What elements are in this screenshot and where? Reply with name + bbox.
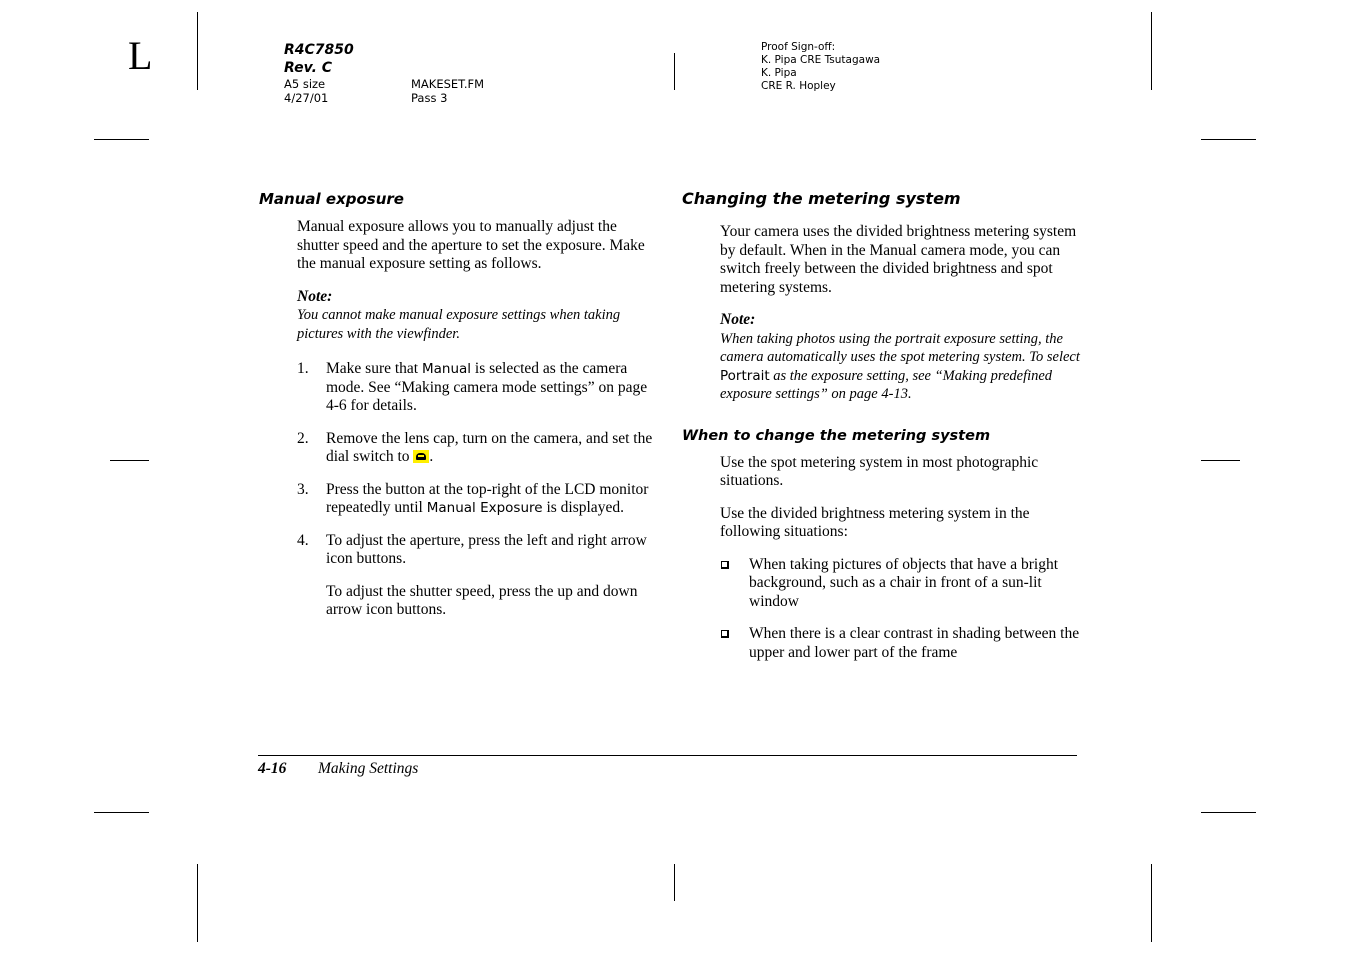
page-footer: 4-16 Making Settings bbox=[258, 759, 418, 779]
bullet-text: When there is a clear contrast in shadin… bbox=[749, 625, 1080, 661]
crop-mark bbox=[1151, 864, 1152, 942]
file-name: MAKESET.FM bbox=[411, 77, 485, 91]
section-heading: Manual exposure bbox=[259, 190, 404, 208]
doc-revision: Rev. C bbox=[284, 60, 333, 76]
crop-mark bbox=[674, 53, 675, 90]
paragraph: Use the spot metering system in most pho… bbox=[720, 453, 1039, 490]
section-name: Making Settings bbox=[318, 760, 419, 777]
camera-dial-icon bbox=[413, 450, 430, 463]
signoff-line: Proof Sign-off: bbox=[761, 41, 836, 53]
step-item: 2. Remove the lens cap, turn on the came… bbox=[297, 430, 659, 467]
step-text: Make sure that Manual is selected as the… bbox=[326, 360, 659, 416]
intro-paragraph: Your camera uses the divided brightness … bbox=[720, 223, 1077, 296]
right-column: Changing the metering system Your camera… bbox=[682, 188, 1082, 662]
step-text: To adjust the aperture, press the left a… bbox=[326, 532, 659, 620]
step-item: 1. Make sure that Manual is selected as … bbox=[297, 360, 659, 416]
doc-code: R4C7850 bbox=[284, 42, 354, 58]
note-block: Note: You cannot make manual exposure se… bbox=[297, 288, 659, 344]
signoff-line: CRE R. Hopley bbox=[761, 80, 836, 92]
crop-mark bbox=[94, 139, 149, 140]
step-text-part: To adjust the aperture, press the left a… bbox=[326, 531, 647, 568]
corner-mark-letter: L bbox=[128, 33, 153, 78]
crop-mark bbox=[1201, 139, 1256, 140]
crop-mark bbox=[110, 460, 149, 461]
crop-mark bbox=[197, 12, 198, 90]
bullet-item: When there is a clear contrast in shadin… bbox=[720, 625, 1082, 662]
paper-size: A5 size bbox=[284, 77, 326, 91]
step-item: 4. To adjust the aperture, press the lef… bbox=[297, 532, 659, 620]
signoff-line: K. Pipa bbox=[761, 67, 797, 79]
ui-term: Manual bbox=[421, 361, 472, 377]
step-number: 2. bbox=[297, 429, 309, 447]
proof-header-left: R4C7850 Rev. C A5 size MAKESET.FM 4/27/0… bbox=[284, 41, 484, 105]
bullet-item: When taking pictures of objects that hav… bbox=[720, 556, 1082, 612]
note-label: Note: bbox=[720, 311, 756, 328]
step-text-part: Make sure that bbox=[326, 360, 422, 377]
ui-term: Portrait bbox=[720, 367, 770, 384]
ui-term: Manual Exposure bbox=[426, 500, 543, 516]
footer-rule bbox=[258, 755, 1077, 756]
step-number: 3. bbox=[297, 480, 309, 498]
step-text: Press the button at the top-right of the… bbox=[326, 481, 659, 518]
crop-mark bbox=[1201, 460, 1240, 461]
subsection-heading: When to change the metering system bbox=[682, 427, 991, 444]
step-text-part: . bbox=[429, 448, 434, 465]
note-block: Note: When taking photos using the portr… bbox=[720, 311, 1082, 404]
step-text: Remove the lens cap, turn on the camera,… bbox=[326, 430, 659, 467]
step-item: 3. Press the button at the top-right of … bbox=[297, 481, 659, 518]
section-heading: Changing the metering system bbox=[682, 189, 961, 208]
proof-date: 4/27/01 bbox=[284, 91, 329, 105]
note-label: Note: bbox=[297, 287, 333, 305]
note-text-part: as the exposure setting, see “Making pre… bbox=[720, 367, 1053, 403]
note-text: You cannot make manual exposure settings… bbox=[297, 307, 621, 342]
step-text-part: Remove the lens cap, turn on the camera,… bbox=[326, 429, 653, 466]
note-text-part: When taking photos using the portrait ex… bbox=[720, 330, 1080, 366]
left-column: Manual exposure Manual exposure allows y… bbox=[259, 188, 659, 620]
crop-mark bbox=[674, 864, 675, 901]
crop-mark bbox=[94, 812, 149, 813]
paragraph: Use the divided brightness metering syst… bbox=[720, 504, 1030, 541]
crop-mark bbox=[1201, 812, 1256, 813]
proof-pass: Pass 3 bbox=[411, 91, 448, 105]
step-number: 1. bbox=[297, 360, 309, 377]
crop-mark bbox=[197, 864, 198, 942]
step-number: 4. bbox=[297, 531, 309, 549]
intro-paragraph: Manual exposure allows you to manually a… bbox=[297, 218, 645, 272]
crop-mark bbox=[1151, 12, 1152, 90]
signoff-line: K. Pipa CRE Tsutagawa bbox=[761, 54, 881, 66]
bullet-text: When taking pictures of objects that hav… bbox=[749, 555, 1059, 610]
step-extra-text: To adjust the shutter speed, press the u… bbox=[326, 582, 638, 619]
step-text-part: is displayed. bbox=[542, 499, 624, 516]
proof-signoff: Proof Sign-off: K. Pipa CRE Tsutagawa K.… bbox=[761, 41, 880, 93]
checkbox-bullet-icon bbox=[720, 625, 749, 662]
note-text: When taking photos using the portrait ex… bbox=[720, 330, 1082, 404]
page-number: 4-16 bbox=[258, 760, 287, 777]
checkbox-bullet-icon bbox=[720, 556, 749, 612]
